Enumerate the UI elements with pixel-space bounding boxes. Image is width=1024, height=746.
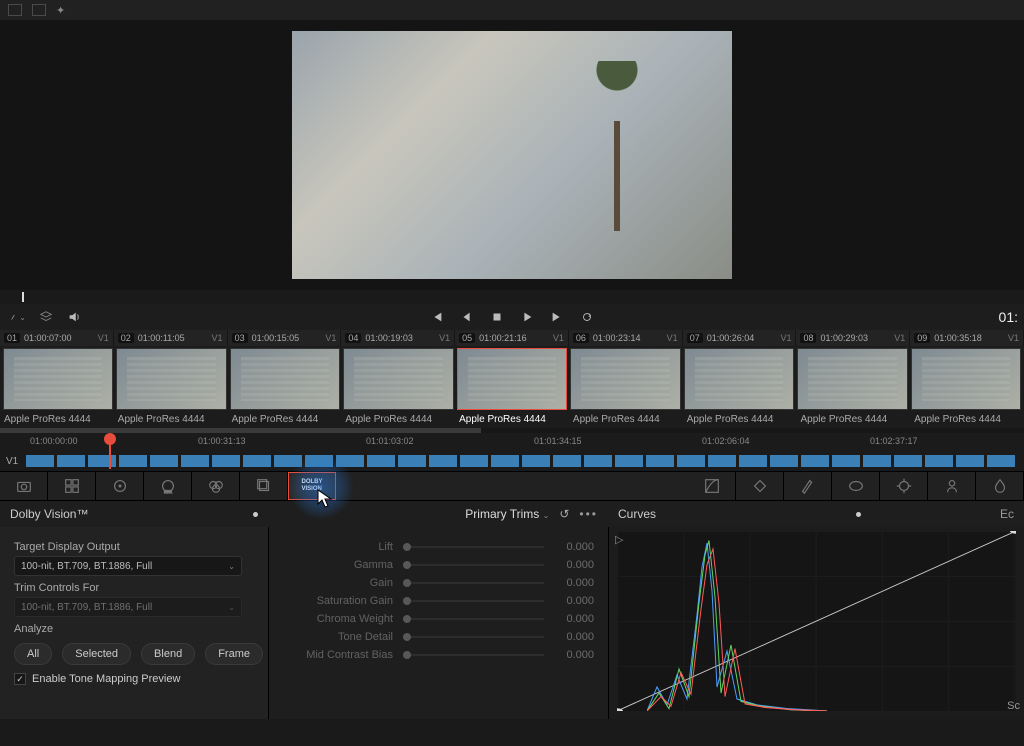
tab-dolby-vision[interactable]: DOLBYVISION (288, 472, 336, 500)
side-label-sc[interactable]: Sc (1007, 700, 1020, 712)
tab-tracker[interactable] (880, 472, 928, 500)
curves-panel: ▷ (608, 527, 1024, 719)
track-v1[interactable]: V1 (0, 451, 1024, 471)
dolby-title: Dolby Vision™ (10, 507, 88, 521)
wand-icon[interactable]: ✦ (56, 4, 65, 17)
thumb-09[interactable] (911, 348, 1021, 410)
prev-clip-button[interactable] (429, 309, 445, 325)
thumb-07[interactable] (684, 348, 794, 410)
tab-camera-raw[interactable] (0, 472, 48, 500)
mute-icon[interactable] (66, 309, 82, 325)
play-button[interactable] (519, 309, 535, 325)
thumb-03[interactable] (230, 348, 340, 410)
curve-mode-ec[interactable]: Ec (1000, 507, 1014, 521)
thumb-06[interactable] (570, 348, 680, 410)
curves-title: Curves (618, 507, 656, 521)
slider-gain[interactable]: Gain0.000 (283, 577, 594, 589)
thumbs-header: 0101:00:07:00V1 0201:00:11:05V1 0301:00:… (0, 330, 1024, 346)
next-clip-button[interactable] (549, 309, 565, 325)
tonemap-label: Enable Tone Mapping Preview (32, 673, 180, 685)
master-timecode: 01: (999, 309, 1018, 325)
stack-icon[interactable] (38, 309, 54, 325)
target-display-select[interactable]: 100-nit, BT.709, BT.1886, Full⌄ (14, 556, 242, 576)
grid-icon[interactable] (32, 4, 46, 16)
thumbnails (0, 346, 1024, 412)
track-label: V1 (6, 456, 26, 467)
analyze-selected-button[interactable]: Selected (62, 643, 131, 665)
tonemap-checkbox[interactable]: ✓ (14, 673, 26, 685)
tab-warper[interactable] (736, 472, 784, 500)
tab-curves[interactable] (688, 472, 736, 500)
tab-blur[interactable] (976, 472, 1024, 500)
dot-icon (253, 512, 258, 517)
tab-qualifier[interactable] (784, 472, 832, 500)
slider-saturation-gain[interactable]: Saturation Gain0.000 (283, 595, 594, 607)
tab-window[interactable] (832, 472, 880, 500)
palette-tabs: HDR DOLBYVISION (0, 471, 1024, 501)
slider-gamma[interactable]: Gamma0.000 (283, 559, 594, 571)
playhead[interactable] (104, 433, 116, 445)
analyze-blend-button[interactable]: Blend (141, 643, 195, 665)
play-marker-icon: ▷ (615, 533, 623, 546)
trim-controls-label: Trim Controls For (14, 582, 254, 594)
tab-wheels[interactable] (96, 472, 144, 500)
track-clips[interactable] (26, 455, 1018, 467)
thumb-08[interactable] (797, 348, 907, 410)
dolby-panel-header: Dolby Vision™ (0, 501, 268, 527)
slider-chroma-weight[interactable]: Chroma Weight0.000 (283, 613, 594, 625)
viewer-frame[interactable] (292, 31, 732, 279)
reset-button[interactable]: ↺ (559, 507, 569, 521)
slider-mid-contrast-bias[interactable]: Mid Contrast Bias0.000 (283, 649, 594, 661)
slider-lift[interactable]: Lift0.000 (283, 541, 594, 553)
thumb-05[interactable] (457, 348, 567, 410)
primary-trims-dropdown[interactable]: Primary Trims ⌄ (465, 507, 549, 521)
thumb-labels: Apple ProRes 4444 Apple ProRes 4444 Appl… (0, 412, 1024, 428)
thumb-04[interactable] (343, 348, 453, 410)
layout-icon[interactable] (8, 4, 22, 16)
menu-button[interactable]: ••• (579, 507, 598, 521)
tab-hdr[interactable]: HDR (144, 472, 192, 500)
timeline-ruler[interactable]: 01:00:00:00 01:00:31:13 01:01:03:02 01:0… (0, 433, 1024, 451)
viewer (0, 20, 1024, 290)
tab-rgb-mixer[interactable] (192, 472, 240, 500)
trim-controls-select[interactable]: 100-nit, BT.709, BT.1886, Full⌄ (14, 597, 242, 617)
top-toolbar: ✦ (0, 0, 1024, 20)
analyze-all-button[interactable]: All (14, 643, 52, 665)
dolby-settings: Target Display Output 100-nit, BT.709, B… (0, 527, 268, 719)
curves-plot[interactable]: ▷ (617, 531, 1016, 711)
step-back-button[interactable] (459, 309, 475, 325)
stop-button[interactable] (489, 309, 505, 325)
slider-tone-detail[interactable]: Tone Detail0.000 (283, 631, 594, 643)
primary-trims-panel: Lift0.000 Gamma0.000 Gain0.000 Saturatio… (268, 527, 608, 719)
trims-panel-header: Primary Trims ⌄ ↺ ••• (268, 501, 608, 527)
analyze-label: Analyze (14, 623, 254, 635)
dot-icon (856, 512, 861, 517)
scrub-bar[interactable] (0, 290, 1024, 304)
thumb-02[interactable] (116, 348, 226, 410)
analyze-frame-button[interactable]: Frame (205, 643, 263, 665)
target-display-label: Target Display Output (14, 541, 254, 553)
loop-button[interactable] (579, 309, 595, 325)
transport-bar: ⌄ 01: (0, 304, 1024, 330)
tab-motion[interactable] (240, 472, 288, 500)
picker-tool[interactable]: ⌄ (10, 309, 26, 325)
tab-magic-mask[interactable] (928, 472, 976, 500)
thumb-01[interactable] (3, 348, 113, 410)
tab-color-match[interactable] (48, 472, 96, 500)
curves-panel-header: Curves Ec (608, 501, 1024, 527)
svg-text:HDR: HDR (164, 490, 172, 494)
